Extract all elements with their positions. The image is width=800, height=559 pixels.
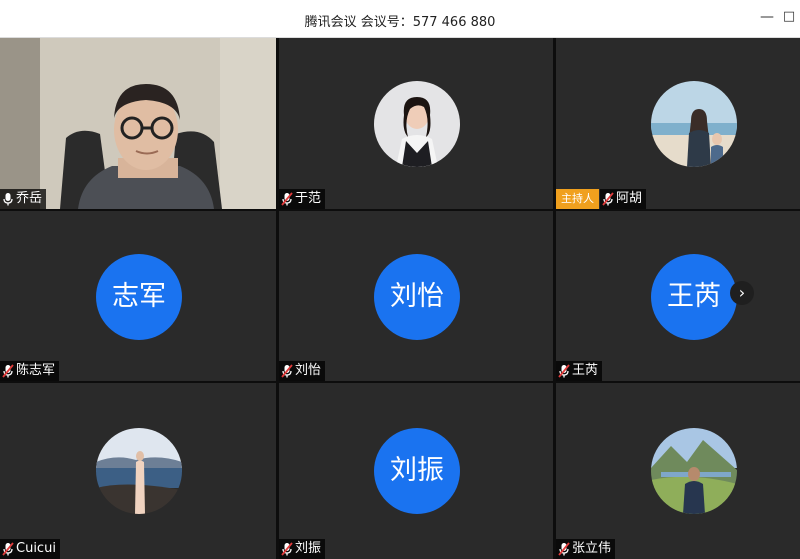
name-tag: 刘振 bbox=[279, 539, 326, 559]
name-tag: 张立伟 bbox=[556, 539, 616, 559]
participant-tile-ahu[interactable]: 主持人 阿胡 bbox=[556, 38, 800, 209]
next-page-button[interactable]: › bbox=[730, 281, 754, 305]
muted-microphone-icon bbox=[281, 192, 293, 206]
muted-microphone-icon bbox=[2, 542, 14, 556]
initials-avatar: 刘振 bbox=[374, 428, 460, 514]
name-tag: Cuicui bbox=[0, 539, 60, 559]
muted-microphone-icon bbox=[281, 364, 293, 378]
avatar bbox=[96, 428, 182, 514]
avatar bbox=[651, 81, 737, 167]
participant-tile-cuicui[interactable]: Cuicui bbox=[0, 383, 276, 559]
participant-tile-qiaoyue[interactable]: 乔岳 bbox=[0, 38, 276, 209]
participant-tile-liuzhen[interactable]: 刘振 刘振 bbox=[279, 383, 553, 559]
name-tag: 王芮 bbox=[556, 361, 603, 381]
participant-tile-yufan[interactable]: 于范 bbox=[279, 38, 553, 209]
avatar bbox=[651, 428, 737, 514]
initials-avatar: 志军 bbox=[96, 254, 182, 340]
profile-photo bbox=[651, 428, 737, 514]
video-feed bbox=[0, 38, 276, 209]
meeting-title: 腾讯会议 会议号：577 466 880 bbox=[304, 15, 496, 30]
participant-name: 刘怡 bbox=[295, 363, 322, 378]
participant-tile-wangrui[interactable]: 王芮 王芮 bbox=[556, 211, 800, 381]
muted-microphone-icon bbox=[281, 542, 293, 556]
name-tag: 于范 bbox=[279, 189, 326, 209]
participant-tile-zhangliwei[interactable]: 张立伟 bbox=[556, 383, 800, 559]
profile-photo bbox=[374, 81, 460, 167]
name-tag: 陈志军 bbox=[0, 361, 60, 381]
muted-microphone-icon bbox=[602, 192, 614, 206]
participant-name: 张立伟 bbox=[572, 541, 612, 556]
host-badge: 主持人 bbox=[556, 189, 599, 209]
microphone-icon bbox=[3, 193, 13, 206]
participant-name: 阿胡 bbox=[616, 191, 643, 206]
participant-tile-liuyi[interactable]: 刘怡 刘怡 bbox=[279, 211, 553, 381]
muted-microphone-icon bbox=[558, 364, 570, 378]
participant-tile-chenzhijun[interactable]: 志军 陈志军 bbox=[0, 211, 276, 381]
maximize-button[interactable]: □ bbox=[778, 6, 800, 28]
name-tag: 乔岳 bbox=[0, 189, 47, 209]
participant-name: 王芮 bbox=[572, 363, 599, 378]
title-bar: 腾讯会议 会议号：577 466 880 — □ bbox=[0, 0, 800, 38]
participant-grid: 乔岳 于范 主持人 阿胡 志军 陈志军 刘怡 刘怡 王芮 王芮 Cuicui 刘… bbox=[0, 38, 800, 559]
name-tag: 刘怡 bbox=[279, 361, 326, 381]
participant-name: Cuicui bbox=[16, 541, 56, 556]
muted-microphone-icon bbox=[2, 364, 14, 378]
initials-avatar: 王芮 bbox=[651, 254, 737, 340]
profile-photo bbox=[96, 428, 182, 514]
participant-name: 陈志军 bbox=[16, 363, 56, 378]
participant-name: 乔岳 bbox=[16, 191, 43, 206]
initials-avatar: 刘怡 bbox=[374, 254, 460, 340]
name-tag: 阿胡 bbox=[600, 189, 647, 209]
muted-microphone-icon bbox=[558, 542, 570, 556]
participant-name: 于范 bbox=[295, 191, 322, 206]
participant-name: 刘振 bbox=[295, 541, 322, 556]
profile-photo bbox=[651, 81, 737, 167]
avatar bbox=[374, 81, 460, 167]
minimize-button[interactable]: — bbox=[756, 6, 778, 28]
